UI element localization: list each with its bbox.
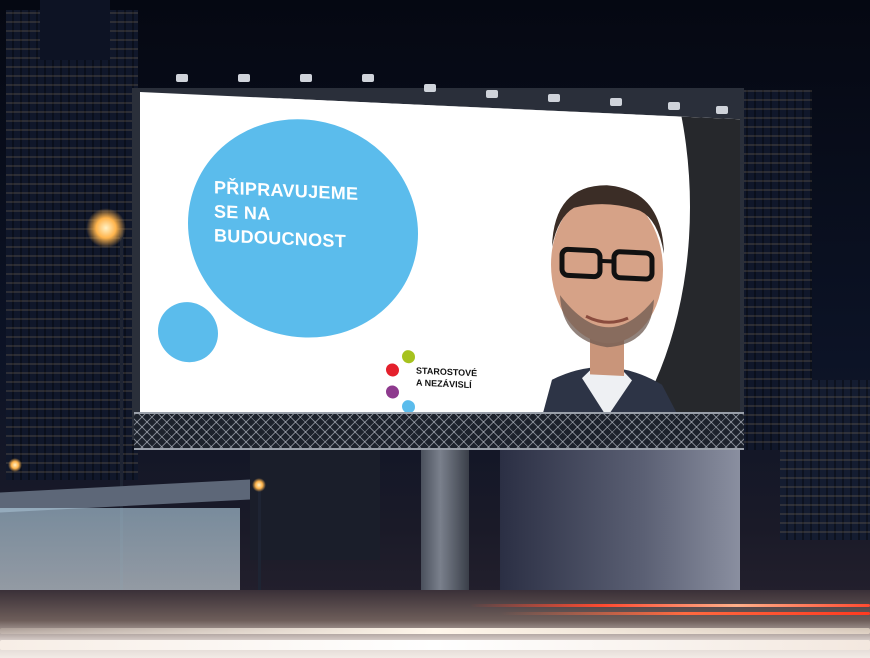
floodlight [176, 74, 188, 82]
campaign-billboard: JAN FARSKÝ PŘIPRAVUJEME SE NA BUDOUCNOST… [140, 92, 740, 448]
floodlight [238, 74, 250, 82]
campaign-slogan: PŘIPRAVUJEME SE NA BUDOUCNOST [214, 177, 359, 252]
logo-dot-red [386, 363, 399, 377]
glasses-bridge [600, 258, 614, 264]
floodlight [424, 84, 436, 92]
building-right-low [780, 380, 870, 540]
tail-light-trail [500, 612, 870, 615]
candidate-portrait [532, 185, 702, 448]
tail-light-trail [470, 604, 870, 607]
street-lamp-light-small [8, 458, 22, 472]
headlight-trail [0, 640, 870, 650]
logo-dot-green [402, 349, 415, 364]
floodlight [668, 102, 680, 110]
logo-dot-purple [386, 385, 399, 399]
street-lamp-light [86, 208, 126, 248]
skyscraper-left-tall [40, 0, 110, 60]
headlight-trail [0, 628, 870, 634]
party-logo-text: STAROSTOVÉ A NEZÁVISLÍ [416, 365, 478, 391]
building-lit [500, 450, 740, 590]
floodlight [362, 74, 374, 82]
building-mid [250, 440, 380, 560]
station-glass [0, 508, 240, 598]
floodlight [548, 94, 560, 102]
decorative-circle [158, 300, 218, 364]
billboard-truss [134, 412, 744, 450]
floodlight [486, 90, 498, 98]
night-city-scene: JAN FARSKÝ PŘIPRAVUJEME SE NA BUDOUCNOST… [0, 0, 870, 658]
floodlight [300, 74, 312, 82]
transit-station [0, 479, 260, 602]
skyscraper-left [6, 10, 138, 480]
floodlight [716, 106, 728, 114]
floodlight [610, 98, 622, 106]
